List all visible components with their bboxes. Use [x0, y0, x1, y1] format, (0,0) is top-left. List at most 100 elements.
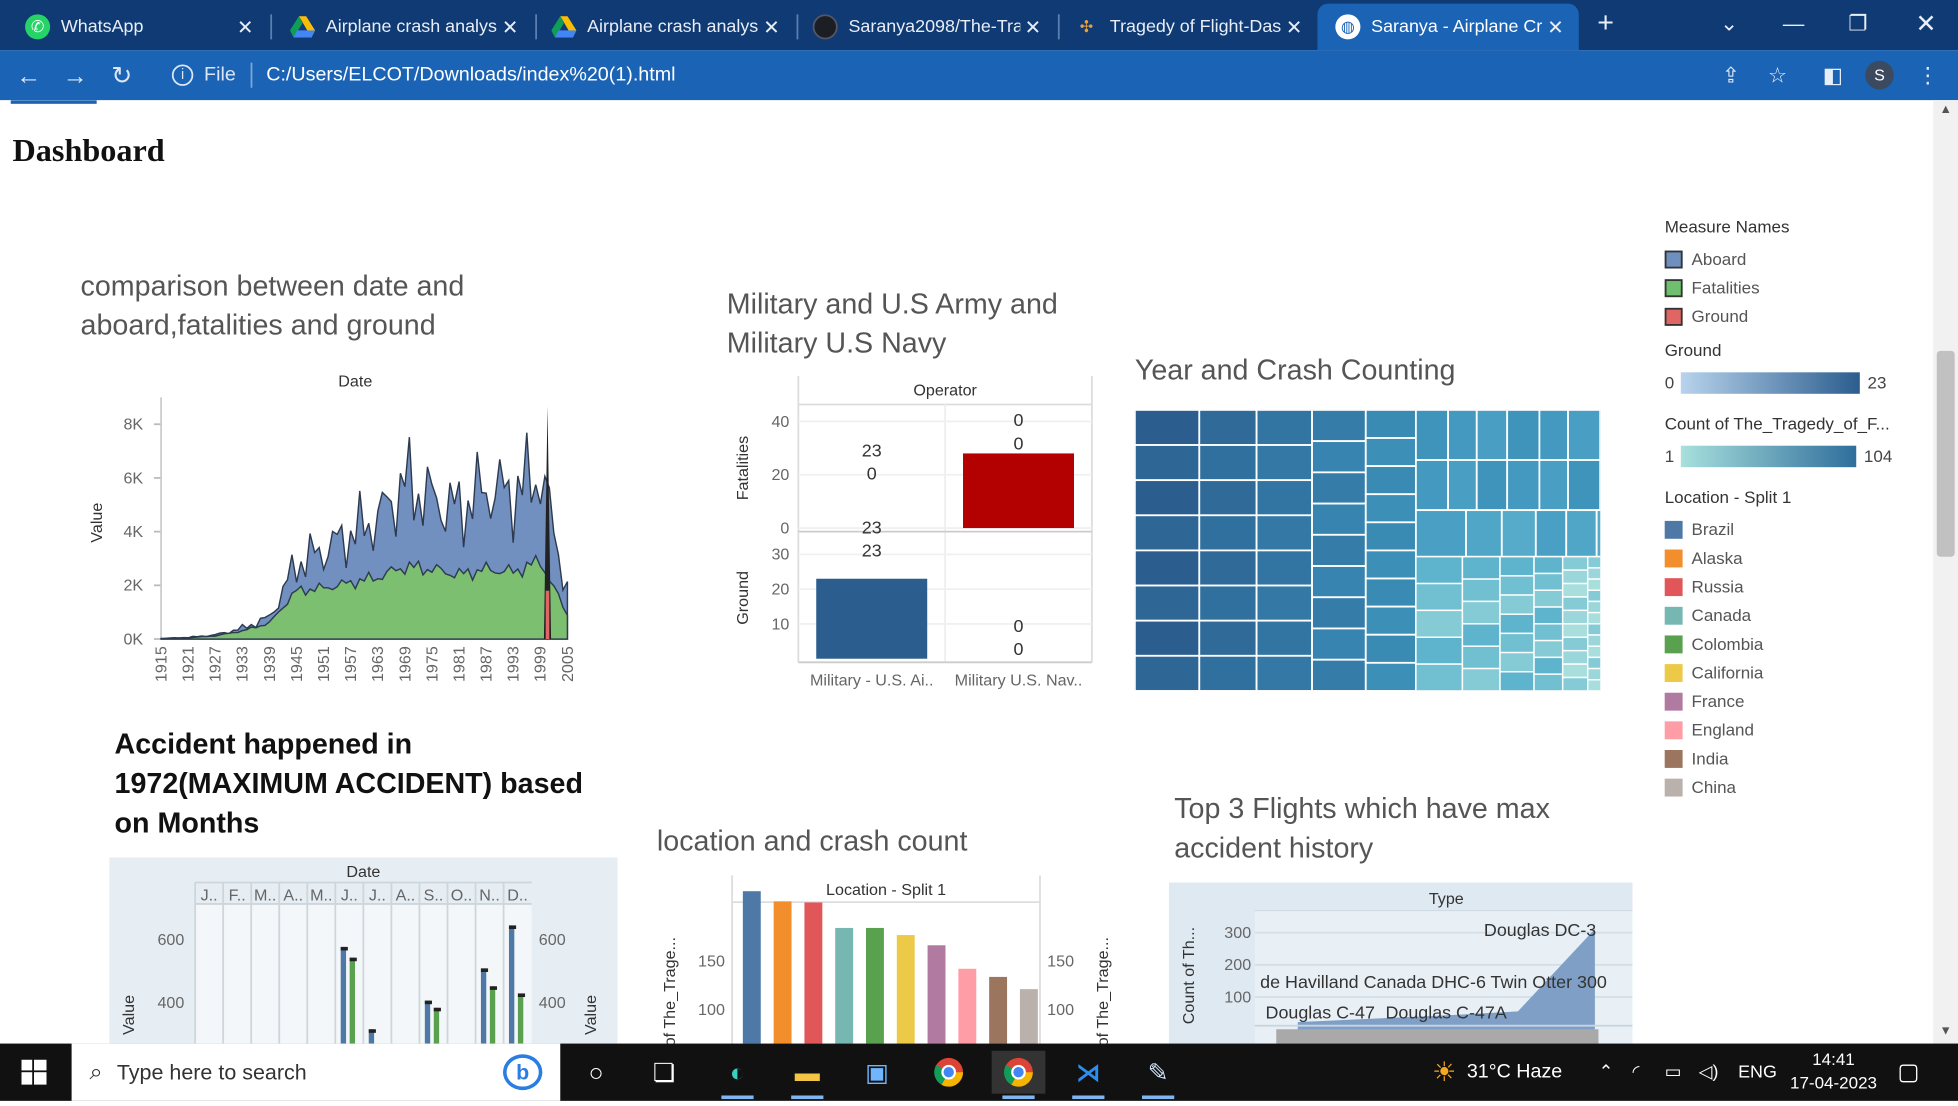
- tab-whatsapp[interactable]: ✆ WhatsApp ✕: [7, 4, 268, 51]
- vscode-icon[interactable]: ⋊: [1061, 1051, 1115, 1100]
- bar-brazil: [742, 891, 761, 1044]
- operator-bar-chart[interactable]: Operator Fatalities 0 20 40 0 23 0 0 Ground 10 20 30…: [721, 375, 1097, 702]
- bing-icon[interactable]: b: [502, 1054, 543, 1091]
- tab-tableau[interactable]: ✣ Tragedy of Flight-Dash ✕: [1056, 4, 1317, 51]
- share-icon[interactable]: ⇪: [1715, 59, 1747, 91]
- address-bar[interactable]: i File C:/Users/ELCOT/Downloads/index%20…: [158, 55, 1697, 94]
- x-tick-label: 1981: [450, 646, 468, 682]
- profile-avatar[interactable]: S: [1865, 60, 1894, 90]
- language-indicator[interactable]: ENG: [1738, 1044, 1777, 1101]
- legend-measure-ground[interactable]: Ground: [1664, 303, 1916, 332]
- top3-flights-chart[interactable]: Type 300 200 100 Count of Th... Douglas DC-3 d…: [1168, 882, 1633, 1044]
- year-crash-treemap[interactable]: [1134, 409, 1601, 691]
- scrollbar-thumb[interactable]: [1936, 350, 1955, 557]
- close-icon[interactable]: ✕: [1282, 15, 1307, 38]
- data-label: 23: [862, 517, 882, 537]
- legend-location-india[interactable]: India: [1664, 745, 1916, 774]
- treemap-cell: [1461, 600, 1501, 625]
- scroll-down-icon[interactable]: ▼: [1933, 1022, 1958, 1043]
- treemap-cell: [1533, 606, 1564, 625]
- legend-location-brazil[interactable]: Brazil: [1664, 516, 1916, 545]
- notification-icon[interactable]: ▢: [1897, 1044, 1919, 1101]
- treemap-cell: [1134, 584, 1201, 622]
- month-label: O..: [451, 886, 472, 904]
- back-icon[interactable]: ←: [11, 57, 47, 93]
- y-tick-label: 20: [771, 466, 789, 484]
- vertical-scrollbar[interactable]: ▲ ▼: [1933, 100, 1958, 1044]
- network-icon[interactable]: ◜: [1632, 1044, 1639, 1101]
- month-label: J..: [369, 886, 386, 904]
- close-icon[interactable]: ✕: [233, 15, 258, 38]
- forward-icon[interactable]: →: [57, 57, 93, 93]
- treemap-cell: [1311, 471, 1367, 505]
- tab-github[interactable]: Saranya2098/The-Trag ✕: [795, 4, 1056, 51]
- tab-airplane-crash-2[interactable]: Airplane crash analysis ✕: [533, 4, 794, 51]
- location-bar-chart[interactable]: Location - Split 11501501001005050nt of …: [650, 875, 1126, 1044]
- restore-icon[interactable]: ❐: [1826, 0, 1890, 50]
- legend-measure-fatalities[interactable]: Fatalities: [1664, 274, 1916, 303]
- info-icon[interactable]: i: [171, 64, 194, 86]
- close-icon[interactable]: ✕: [498, 15, 523, 38]
- close-window-icon[interactable]: ✕: [1894, 0, 1958, 50]
- data-label-top: 23: [862, 541, 882, 561]
- y-axis-title: nt of The_Trage...: [661, 937, 679, 1044]
- legend-location-china[interactable]: China: [1664, 773, 1916, 802]
- github-icon: [812, 14, 838, 40]
- tab-saranya-active[interactable]: ◍ Saranya - Airplane Cra ✕: [1317, 3, 1579, 51]
- bookmark-star-icon[interactable]: ☆: [1761, 59, 1793, 91]
- tab-airplane-crash-1[interactable]: Airplane crash analysis ✕: [272, 4, 533, 51]
- treemap-cell: [1499, 613, 1535, 635]
- new-tab-button[interactable]: +: [1586, 5, 1625, 44]
- menu-kebab-icon[interactable]: ⋮: [1912, 59, 1944, 91]
- side-panel-icon[interactable]: ◧: [1817, 59, 1849, 91]
- paint-icon[interactable]: ✎: [1131, 1051, 1185, 1100]
- area-chart[interactable]: Date Value 0K 2K 4K 6K 8K 1915 1921 1927 1933 1939 1…: [81, 362, 591, 684]
- legend-measure-aboard[interactable]: Aboard: [1664, 245, 1916, 274]
- legend-location-russia[interactable]: Russia: [1664, 573, 1916, 602]
- bar-airforce-ground: [816, 578, 928, 659]
- cortana-icon[interactable]: ○: [569, 1051, 623, 1094]
- operator-chart-title: Military and U.S Army and Military U.S N…: [726, 289, 1058, 360]
- type-band: [1276, 1029, 1599, 1044]
- chrome-icon[interactable]: [922, 1051, 976, 1094]
- chrome-profile-icon[interactable]: [991, 1050, 1046, 1100]
- close-icon[interactable]: ✕: [759, 15, 784, 38]
- battery-icon[interactable]: ▭: [1665, 1044, 1682, 1101]
- edge-icon[interactable]: ◐: [711, 1051, 765, 1100]
- task-view-icon[interactable]: ❏: [637, 1051, 691, 1094]
- windows-start-icon[interactable]: [7, 1051, 61, 1094]
- clock[interactable]: 14:41 17-04-2023: [1790, 1044, 1877, 1101]
- store-icon[interactable]: ▣: [850, 1051, 904, 1094]
- treemap-cell: [1311, 409, 1367, 443]
- months-bar-chart[interactable]: Date J.. F.. M.. A.. M.. J.. J.. A.. S.. O.. N.. D..…: [109, 857, 618, 1044]
- close-icon[interactable]: ✕: [1020, 15, 1045, 38]
- weather-widget[interactable]: ☀ 31°C Haze: [1432, 1044, 1562, 1101]
- minimize-icon[interactable]: —: [1761, 0, 1825, 50]
- legend-location-france[interactable]: France: [1664, 687, 1916, 716]
- reload-icon[interactable]: ↻: [104, 57, 140, 93]
- ground-min: 0: [1664, 373, 1675, 393]
- legend-location-canada[interactable]: Canada: [1664, 601, 1916, 630]
- scroll-up-icon[interactable]: ▲: [1933, 100, 1958, 121]
- legend-location-colombia[interactable]: Colombia: [1664, 630, 1916, 659]
- taskbar-search[interactable]: ⌕ Type here to search b: [71, 1043, 561, 1101]
- bar-fatalities: [517, 993, 524, 1044]
- url-text[interactable]: C:/Users/ELCOT/Downloads/index%20(1).htm…: [266, 64, 675, 85]
- legend-location-alaska[interactable]: Alaska: [1664, 544, 1916, 573]
- legend-location-california[interactable]: California: [1664, 659, 1916, 688]
- month-label: J..: [341, 886, 358, 904]
- treemap-cell: [1447, 459, 1478, 512]
- tab-search-chevron-icon[interactable]: ⌄: [1697, 0, 1761, 50]
- tray-chevron-icon[interactable]: ⌃: [1598, 1044, 1613, 1101]
- legend-location-england[interactable]: England: [1664, 716, 1916, 745]
- volume-icon[interactable]: ◁): [1699, 1044, 1719, 1101]
- treemap-cell: [1461, 645, 1501, 670]
- treemap-cell: [1311, 627, 1367, 661]
- bar-navy-fatalities: [963, 453, 1074, 529]
- treemap-cell: [1561, 649, 1589, 665]
- y-tick-label-right: 400: [539, 994, 566, 1012]
- file-explorer-icon[interactable]: ▬: [780, 1051, 834, 1100]
- legend-swatch: [1664, 250, 1683, 269]
- legend-swatch: [1664, 692, 1683, 711]
- close-icon[interactable]: ✕: [1543, 15, 1568, 38]
